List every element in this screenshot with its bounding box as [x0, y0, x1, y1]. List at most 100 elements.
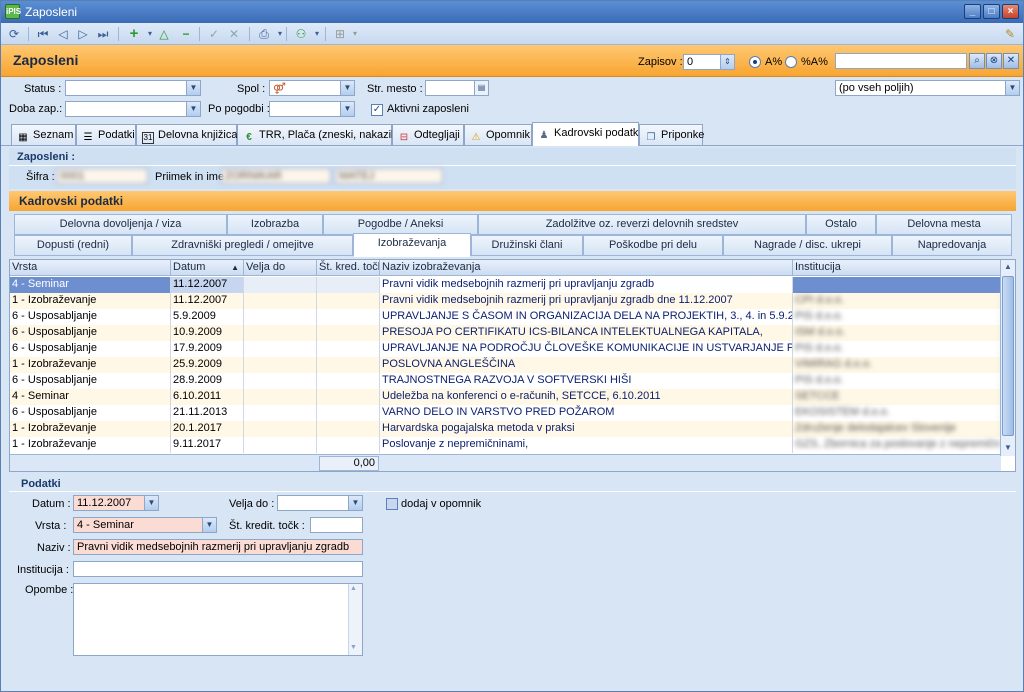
tab-odtegljaji[interactable]: ⊟ Odtegljaji: [392, 124, 464, 145]
str-mesto-input[interactable]: ▤: [425, 80, 489, 96]
radio-a-prefix[interactable]: [749, 56, 761, 68]
tab-delovna-knjizica[interactable]: 31 Delovna knjižica: [136, 124, 237, 145]
subtab-poskodbe[interactable]: Poškodbe pri delu: [583, 235, 723, 256]
doba-select[interactable]: ▼: [65, 101, 201, 117]
datum-input[interactable]: 11.12.2007 ▼: [73, 495, 159, 511]
close-button[interactable]: ×: [1002, 4, 1019, 19]
subtab-dopusti[interactable]: Dopusti (redni): [14, 235, 132, 256]
vrsta-select[interactable]: 4 - Seminar ▼: [73, 517, 217, 533]
column-header-vrsta[interactable]: Vrsta: [10, 260, 171, 276]
chevron-down-icon[interactable]: ▼: [340, 102, 354, 116]
scroll-down-icon[interactable]: ▼: [1002, 442, 1014, 454]
chevron-down-icon[interactable]: ▼: [186, 81, 200, 95]
scroll-thumb[interactable]: [1002, 276, 1014, 436]
move-up-icon[interactable]: △: [155, 25, 173, 43]
table-row[interactable]: 6 - Usposabljanje 21.11.2013 VARNO DELO IN…: [10, 405, 1001, 421]
subtab-zadolzitve[interactable]: Zadolžitve oz. reverzi delovnih sredstev: [478, 214, 806, 235]
zapisov-input[interactable]: 0 ⇕: [683, 54, 735, 70]
next-record-icon[interactable]: ▷: [74, 25, 92, 43]
minimize-button[interactable]: _: [964, 4, 981, 19]
po-pogodbi-select[interactable]: ▼: [269, 101, 355, 117]
search-options-icon[interactable]: ✕: [1003, 53, 1019, 69]
spol-select[interactable]: ⚤ ▼: [269, 80, 355, 96]
kred-tock-input[interactable]: [310, 517, 363, 533]
subtab-izobrazba[interactable]: Izobrazba: [227, 214, 323, 235]
tab-seznam[interactable]: ▦ Seznam: [11, 124, 76, 145]
scroll-up-icon[interactable]: ▲: [350, 585, 357, 592]
cell-vrsta: 6 - Usposabljanje: [10, 325, 171, 341]
chevron-down-icon[interactable]: ▼: [186, 102, 200, 116]
maximize-button[interactable]: □: [983, 4, 1000, 19]
picker-icon[interactable]: ▤: [474, 81, 488, 95]
search-icon[interactable]: ⌕: [969, 53, 985, 69]
cell-datum: 21.11.2013: [171, 405, 244, 421]
table-row[interactable]: 1 - Izobraževanje 20.1.2017 Harvardska pog…: [10, 421, 1001, 437]
status-select[interactable]: ▼: [65, 80, 201, 96]
title-bar[interactable]: iPIS Zaposleni _ □ ×: [1, 1, 1023, 23]
delete-record-icon[interactable]: −: [177, 25, 195, 43]
table-row[interactable]: 6 - Usposabljanje 5.9.2009 UPRAVLJANJE S Č…: [10, 309, 1001, 325]
column-header-velja-do[interactable]: Velja do: [244, 260, 317, 276]
table-row-selected[interactable]: 4 - Seminar 11.12.2007 Pravni vidik medseb…: [10, 277, 1001, 293]
institucija-input[interactable]: [73, 561, 363, 577]
subtab-zdravniski[interactable]: Zdravniški pregledi / omejitve: [132, 235, 353, 256]
spinner-icon[interactable]: ⇕: [720, 55, 734, 69]
subtab-pogodbe[interactable]: Pogodbe / Aneksi: [323, 214, 478, 235]
notes-icon[interactable]: ✎: [1001, 25, 1019, 43]
chevron-down-icon[interactable]: ▼: [144, 496, 158, 510]
export-dropdown-icon[interactable]: ▾: [346, 25, 364, 43]
tab-opomnik[interactable]: ⚠ Opomnik: [464, 124, 532, 145]
subtab-delovna-dovoljenja[interactable]: Delovna dovoljenja / viza: [14, 214, 227, 235]
chevron-down-icon[interactable]: ▼: [202, 518, 216, 532]
table-row[interactable]: 1 - Izobraževanje 25.9.2009 POSLOVNA ANGLE…: [10, 357, 1001, 373]
subtab-nagrade[interactable]: Nagrade / disc. ukrepi: [723, 235, 892, 256]
clear-search-icon[interactable]: ⊗: [986, 53, 1002, 69]
table-vscrollbar[interactable]: ▲ ▼: [1000, 260, 1015, 456]
cell-velja-do: [244, 389, 317, 405]
confirm-icon[interactable]: ✓: [205, 25, 223, 43]
field-select[interactable]: (po vseh poljih) ▼: [835, 80, 1020, 96]
opomnik-checkbox[interactable]: [386, 498, 398, 510]
chevron-down-icon[interactable]: ▼: [348, 496, 362, 510]
table-row[interactable]: 6 - Usposabljanje 28.9.2009 TRAJNOSTNEGA R…: [10, 373, 1001, 389]
subtab-napredovanja[interactable]: Napredovanja: [892, 235, 1012, 256]
radio-a-contains[interactable]: [785, 56, 797, 68]
table-row[interactable]: 1 - Izobraževanje 9.11.2017 Poslovanje z n…: [10, 437, 1001, 453]
subtab-izobrazevanja[interactable]: Izobraževanja: [353, 233, 471, 257]
first-record-icon[interactable]: ⏮: [34, 25, 52, 43]
table-row[interactable]: 1 - Izobraževanje 11.12.2007 Pravni vidik …: [10, 293, 1001, 309]
table-row[interactable]: 6 - Usposabljanje 17.9.2009 UPRAVLJANJE NA…: [10, 341, 1001, 357]
column-header-naziv[interactable]: Naziv izobraževanja: [380, 260, 793, 276]
last-record-icon[interactable]: ⏭: [94, 25, 112, 43]
prev-record-icon[interactable]: ◁: [54, 25, 72, 43]
tab-kadrovski-podatki[interactable]: ♟ Kadrovski podatki: [532, 122, 641, 146]
scroll-up-icon[interactable]: ▲: [1002, 261, 1014, 273]
search-input[interactable]: [835, 53, 967, 69]
column-header-kred-tock[interactable]: Št. kred. točk: [317, 260, 380, 276]
column-header-datum[interactable]: Datum ▲: [171, 260, 244, 276]
education-table[interactable]: Vrsta Datum ▲ Velja do Št. kred. točk Naz…: [9, 259, 1016, 472]
velja-do-input[interactable]: ▼: [277, 495, 363, 511]
scroll-down-icon[interactable]: ▼: [350, 644, 357, 651]
aktivni-checkbox[interactable]: ✓: [371, 104, 383, 116]
user-dropdown-icon[interactable]: ▾: [308, 25, 326, 43]
column-header-institucija[interactable]: Institucija: [793, 260, 1001, 276]
subtab-druzinski[interactable]: Družinski člani: [471, 235, 583, 256]
opombe-scrollbar[interactable]: ▲ ▼: [348, 584, 362, 655]
opombe-textarea[interactable]: [73, 583, 363, 656]
tab-priponke[interactable]: ❐ Priponke: [639, 124, 704, 145]
status-label: Status :: [24, 83, 62, 95]
subtab-ostalo[interactable]: Ostalo: [806, 214, 876, 235]
chevron-down-icon[interactable]: ▼: [1005, 81, 1019, 95]
naziv-input[interactable]: Pravni vidik medsebojnih razmerij pri up…: [73, 539, 363, 555]
cell-institucija: PIS d.o.o.: [793, 309, 1001, 325]
tab-trr-placa[interactable]: € TRR, Plača (zneski, nakazila): [237, 124, 403, 145]
table-row[interactable]: 6 - Usposabljanje 10.9.2009 PRESOJA PO CER…: [10, 325, 1001, 341]
chevron-down-icon[interactable]: ▼: [340, 81, 354, 95]
subtab-delovna-mesta[interactable]: Delovna mesta: [876, 214, 1012, 235]
cell-kred-tock: [317, 357, 380, 373]
tab-podatki[interactable]: ☰ Podatki: [76, 124, 136, 145]
cancel-icon[interactable]: ✕: [225, 25, 243, 43]
refresh-icon[interactable]: ⟳: [5, 25, 23, 43]
table-row[interactable]: 4 - Seminar 6.10.2011 Udeležba na konferen…: [10, 389, 1001, 405]
